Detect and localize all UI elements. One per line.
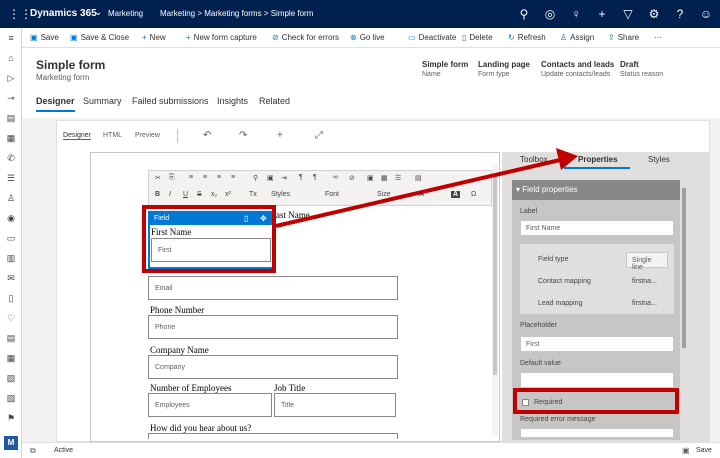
status-bar: ⧉ Active ▣ Save: [22, 442, 720, 458]
popout-icon[interactable]: ⧉: [30, 446, 36, 456]
status-save-button[interactable]: Save: [696, 447, 712, 454]
annotation-arrow: [275, 148, 578, 228]
save-icon[interactable]: ▣: [682, 446, 690, 455]
record-state: Active: [54, 447, 74, 454]
